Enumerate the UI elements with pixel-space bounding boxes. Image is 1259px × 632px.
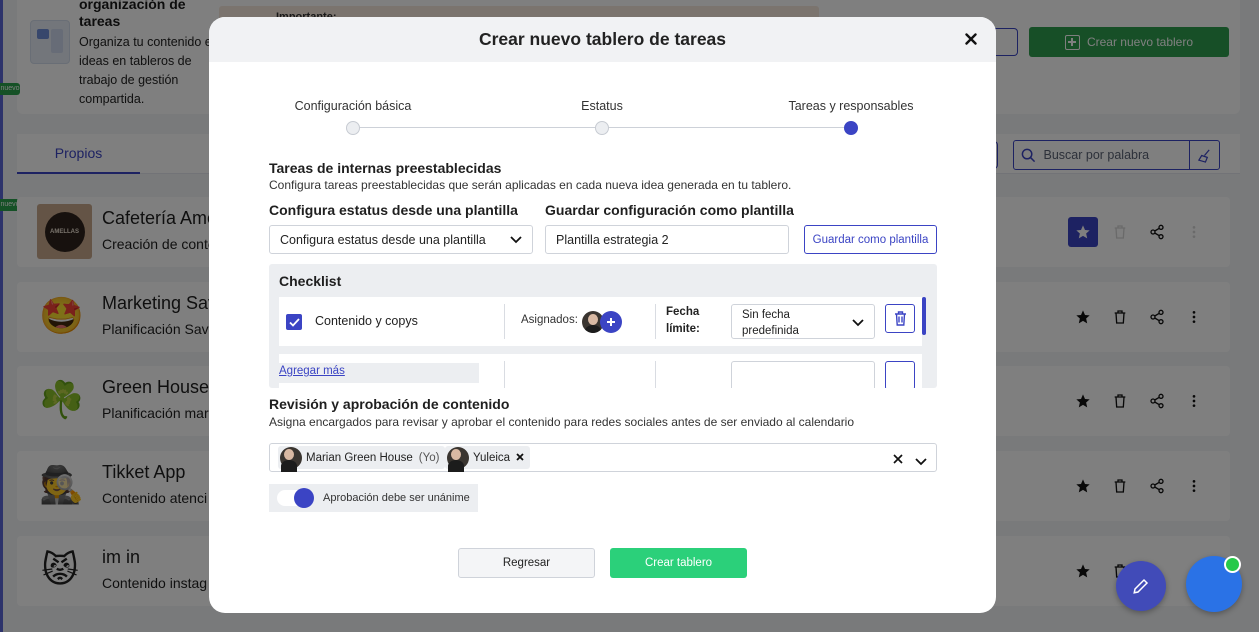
modal-title: Crear nuevo tablero de tareas (478, 29, 727, 49)
unanimous-approval-toggle-row: Aprobación debe ser unánime (269, 484, 478, 512)
reviewer-you-tag: (Yo) (418, 451, 440, 464)
deadline-label: Fecha límite: (666, 306, 700, 335)
add-assignee-plus-icon[interactable] (600, 311, 622, 333)
checklist-panel: Checklist Contenido y copys Asignados: F… (269, 264, 937, 388)
task-checkbox[interactable] (286, 314, 302, 330)
online-status-badge (1224, 556, 1241, 573)
review-title: Revisión y aprobación de contenido (269, 396, 510, 412)
status-template-title: Configura estatus desde una plantilla (269, 202, 518, 218)
reviewer-name: Marian Green House (306, 451, 413, 464)
delete-task-button[interactable] (885, 361, 915, 388)
chevron-down-icon[interactable] (915, 453, 927, 471)
add-more-link[interactable]: Agregar más (279, 363, 479, 383)
assigned-label: Asignados: (521, 314, 578, 326)
task-row: Contenido y copys Asignados: Fecha límit… (279, 297, 922, 346)
divider (504, 304, 505, 339)
step-label-tasks: Tareas y responsables (788, 99, 914, 113)
template-name-input[interactable] (545, 225, 789, 254)
reviewer-name: Yuleica (473, 451, 511, 464)
unanimous-approval-label: Aprobación debe ser unánime (323, 492, 470, 504)
step-dot-status[interactable] (595, 121, 609, 135)
step-label-basic: Configuración básica (294, 99, 412, 113)
modal-header: Crear nuevo tablero de tareas (209, 17, 996, 62)
status-template-select[interactable]: Configura estatus desde una plantilla (269, 225, 533, 254)
deadline-select[interactable]: Sin fecha predefinida (731, 304, 875, 339)
remove-reviewer-close-icon[interactable] (516, 452, 524, 464)
reviewer-avatar (280, 446, 302, 469)
status-template-selected: Configura estatus desde una plantilla (280, 232, 486, 247)
step-dot-basic[interactable] (346, 121, 360, 135)
reviewer-avatar (447, 446, 469, 469)
checklist-title: Checklist (279, 273, 342, 289)
preset-tasks-description: Configura tareas preestablecidas que ser… (269, 178, 792, 192)
task-name: Contenido y copys (315, 314, 418, 328)
edit-pencil-icon[interactable] (1116, 561, 1166, 611)
wizard-stepper: Configuración básica Estatus Tareas y re… (209, 62, 996, 142)
unanimous-approval-toggle[interactable] (277, 488, 314, 508)
create-board-modal: Crear nuevo tablero de tareas Configurac… (209, 17, 996, 613)
create-board-submit-button[interactable]: Crear tablero (610, 548, 747, 578)
back-button[interactable]: Regresar (458, 548, 595, 578)
divider (655, 361, 656, 388)
delete-task-button[interactable] (885, 304, 915, 333)
chevron-down-icon (510, 233, 522, 247)
checklist-scrollbar[interactable] (922, 297, 926, 335)
divider (504, 361, 505, 388)
save-template-title: Guardar configuración como plantilla (545, 202, 794, 218)
reviewer-chip: Yuleica (445, 446, 531, 469)
chevron-down-icon (852, 316, 864, 332)
step-dot-tasks[interactable] (844, 121, 858, 135)
trash-icon (894, 311, 906, 326)
preset-tasks-title: Tareas de internas preestablecidas (269, 160, 502, 176)
deadline-value: Sin fecha predefinida (742, 309, 799, 337)
deadline-select[interactable] (731, 361, 875, 388)
reviewer-chip: Marian Green House (Yo) (278, 446, 446, 469)
reviewers-multiselect[interactable]: Marian Green House (Yo) Yuleica (269, 443, 937, 472)
step-label-status: Estatus (581, 99, 623, 113)
clear-all-close-icon[interactable] (893, 451, 903, 469)
divider (655, 304, 656, 339)
review-description: Asigna encargados para revisar y aprobar… (269, 415, 855, 429)
save-template-button[interactable]: Guardar como plantilla (804, 225, 937, 254)
close-icon[interactable] (961, 29, 981, 49)
